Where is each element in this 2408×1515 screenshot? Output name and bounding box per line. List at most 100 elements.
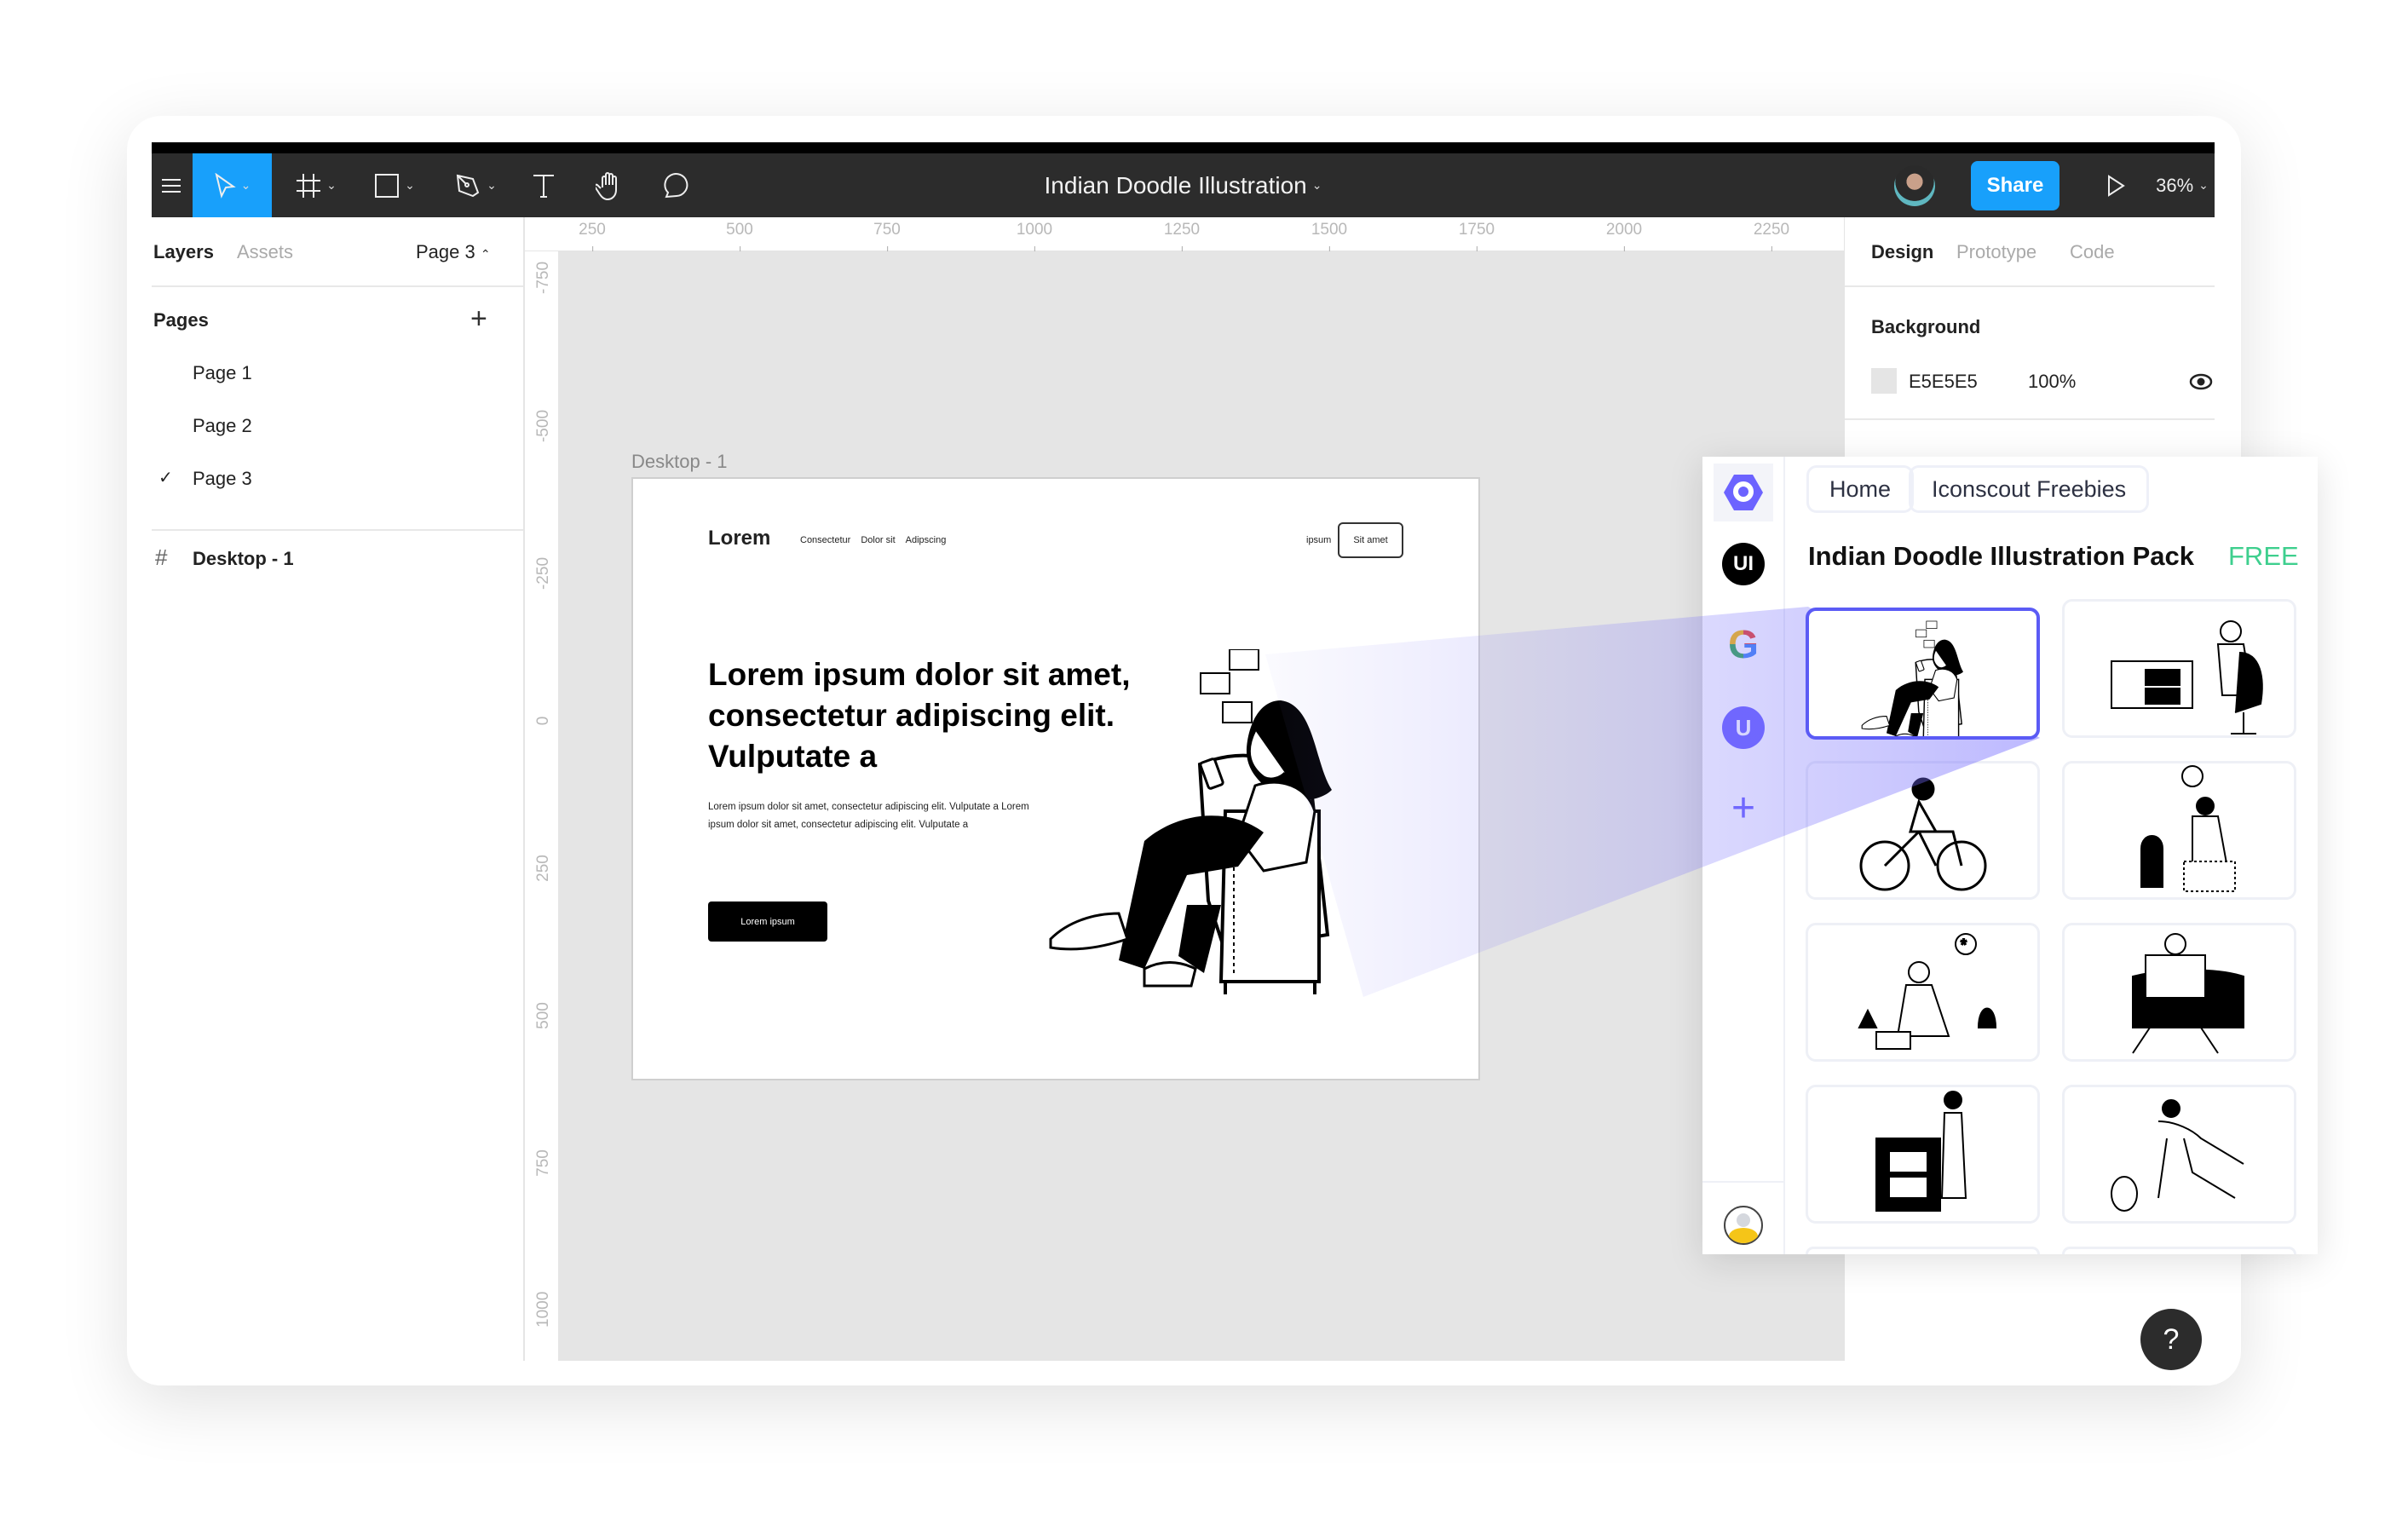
- toolbar: ⌄ ⌄ ⌄ ⌄ Indian Doodle Illustration ⌄ Shar…: [152, 153, 2215, 217]
- vertical-ruler: -750 -500 -250 0 250 500 750 1000: [525, 251, 559, 1361]
- window-titlebar: [152, 142, 2215, 153]
- nav-link[interactable]: Dolor sit: [861, 535, 895, 545]
- play-icon: [2108, 174, 2125, 197]
- illustration-card[interactable]: [1806, 1247, 2040, 1254]
- illustration-card-woman-in-armchair-with-phone[interactable]: [1806, 608, 2040, 740]
- gardener-illustration: *: [1858, 933, 1997, 1050]
- ui-logo[interactable]: UI: [1714, 535, 1772, 593]
- chevron-up-icon: ⌃: [480, 247, 491, 261]
- help-button[interactable]: ?: [2140, 1309, 2202, 1370]
- woman-playing-tennis-illustration: [2111, 1099, 2244, 1212]
- paragraph-line: ipsum dolor sit amet, consectetur adipis…: [708, 820, 969, 830]
- ruler-tick: -250: [534, 556, 552, 590]
- user-avatar[interactable]: [1894, 165, 1935, 206]
- illustration-card-man-at-desk[interactable]: [2062, 599, 2296, 738]
- site-nav: Consectetur Dolor sit Adipscing: [800, 535, 946, 545]
- breadcrumb: Home Iconscout Freebies: [1806, 465, 2150, 513]
- nav-link[interactable]: Adipscing: [906, 535, 947, 545]
- breadcrumb-home[interactable]: Home: [1806, 465, 1915, 513]
- ruler-tick: 1000: [534, 1291, 552, 1328]
- illustration-card-woman-with-cat[interactable]: [2062, 761, 2296, 900]
- man-reading-newspaper-illustration: [2132, 933, 2244, 1054]
- divider: [152, 529, 523, 531]
- illustration-card-man-reading-newspaper[interactable]: [2062, 923, 2296, 1062]
- ruler-tick: 250: [579, 221, 606, 253]
- pages-heading: Pages: [153, 309, 209, 331]
- page-item[interactable]: Page 2: [193, 415, 252, 437]
- chevron-down-icon: ⌄: [2198, 178, 2209, 192]
- breadcrumb-iconscout-freebies[interactable]: Iconscout Freebies: [1909, 465, 2150, 513]
- share-button[interactable]: Share: [1971, 161, 2059, 210]
- sit-amet-button[interactable]: Sit amet: [1338, 522, 1403, 558]
- desktop-frame[interactable]: Lorem Consectetur Dolor sit Adipscing ip…: [631, 477, 1480, 1080]
- tab-code[interactable]: Code: [2070, 241, 2115, 263]
- ruler-tick: 0: [534, 716, 552, 726]
- tab-design[interactable]: Design: [1871, 241, 1933, 263]
- user-avatar[interactable]: [1714, 1196, 1772, 1254]
- plugin-rail: UI G U +: [1702, 457, 1785, 1254]
- cyclist-illustration: [1859, 777, 1987, 891]
- u-logo[interactable]: U: [1714, 699, 1772, 757]
- divider: [1845, 285, 2215, 287]
- nav-link-ipsum[interactable]: ipsum: [1306, 535, 1331, 545]
- current-page: Page 3: [416, 241, 475, 262]
- color-swatch[interactable]: [1871, 368, 1897, 394]
- woman-with-cat-illustration: [2140, 765, 2236, 892]
- ruler-tick: -750: [534, 261, 552, 295]
- ruler-tick: 500: [534, 1002, 552, 1029]
- ruler-tick: 2000: [1605, 221, 1643, 253]
- tab-assets[interactable]: Assets: [237, 241, 293, 263]
- iconscout-logo[interactable]: [1714, 464, 1773, 521]
- tab-layers[interactable]: Layers: [153, 241, 214, 263]
- illustration-card-woman-playing-tennis[interactable]: [2062, 1085, 2296, 1224]
- woman-with-dj-console-illustration: [1875, 1091, 1967, 1212]
- site-logo: Lorem: [708, 527, 771, 550]
- illustration-card-gardener[interactable]: *: [1806, 923, 2040, 1062]
- ruler-tick: -500: [534, 409, 552, 443]
- illustration-card-cyclist[interactable]: [1806, 761, 2040, 900]
- page-item[interactable]: Page 1: [193, 362, 252, 384]
- zoom-dropdown[interactable]: 36% ⌄: [2150, 153, 2215, 217]
- add-page-icon[interactable]: +: [470, 302, 487, 336]
- add-icon[interactable]: +: [1714, 779, 1772, 837]
- hero-paragraph: Lorem ipsum dolor sit amet, consectetur …: [708, 798, 1029, 834]
- page-item-selected[interactable]: Page 3: [193, 468, 252, 490]
- ruler-tick: 1250: [1163, 221, 1201, 253]
- ruler-tick: 750: [534, 1149, 552, 1177]
- background-opacity[interactable]: 100%: [2028, 371, 2076, 393]
- ruler-tick: 250: [534, 855, 552, 882]
- iconscout-plugin-panel: UI G U + Home Iconscout Freebies Indian …: [1702, 457, 2318, 1254]
- chevron-down-icon: ⌄: [1311, 178, 1322, 192]
- woman-armchair-illustration: [1049, 649, 1334, 996]
- ruler-tick: 2250: [1753, 221, 1790, 253]
- background-hex[interactable]: E5E5E5: [1909, 371, 1978, 393]
- present-button[interactable]: [2094, 153, 2137, 217]
- free-badge: FREE: [2228, 541, 2299, 571]
- ruler-tick: 750: [873, 221, 901, 253]
- nav-link[interactable]: Consectetur: [800, 535, 850, 545]
- layers-panel: Layers Assets Page 3 ⌃ Pages + Page 1 Pa…: [152, 217, 525, 1361]
- ruler-tick: 1750: [1458, 221, 1495, 253]
- ruler-tick: 1000: [1016, 221, 1053, 253]
- cta-button[interactable]: Lorem ipsum: [708, 902, 827, 942]
- check-icon: ✓: [158, 469, 173, 487]
- divider: [152, 285, 523, 287]
- divider: [1845, 418, 2215, 420]
- frame-icon: #: [155, 544, 168, 570]
- woman-in-armchair-with-phone-illustration: [1861, 620, 1964, 736]
- google-logo[interactable]: G: [1714, 615, 1772, 673]
- layer-desktop-1[interactable]: Desktop - 1: [193, 548, 294, 570]
- divider: [1702, 1181, 1785, 1183]
- horizontal-ruler: 250 500 750 1000 1250 1500 1750 2000 225…: [525, 217, 1844, 253]
- illustration-card[interactable]: [2062, 1247, 2296, 1254]
- paragraph-line: Lorem ipsum dolor sit amet, consectetur …: [708, 802, 1029, 812]
- illustration-card-woman-with-dj-console[interactable]: [1806, 1085, 2040, 1224]
- background-heading: Background: [1871, 316, 1981, 337]
- tab-prototype[interactable]: Prototype: [1956, 241, 2036, 263]
- page-selector[interactable]: Page 3 ⌃: [416, 241, 491, 263]
- man-at-desk-illustration: [2111, 620, 2263, 734]
- file-title: Indian Doodle Illustration: [1044, 171, 1307, 199]
- frame-label[interactable]: Desktop - 1: [631, 451, 728, 473]
- svg-text:*: *: [1961, 936, 1967, 953]
- eye-icon[interactable]: [2189, 372, 2213, 391]
